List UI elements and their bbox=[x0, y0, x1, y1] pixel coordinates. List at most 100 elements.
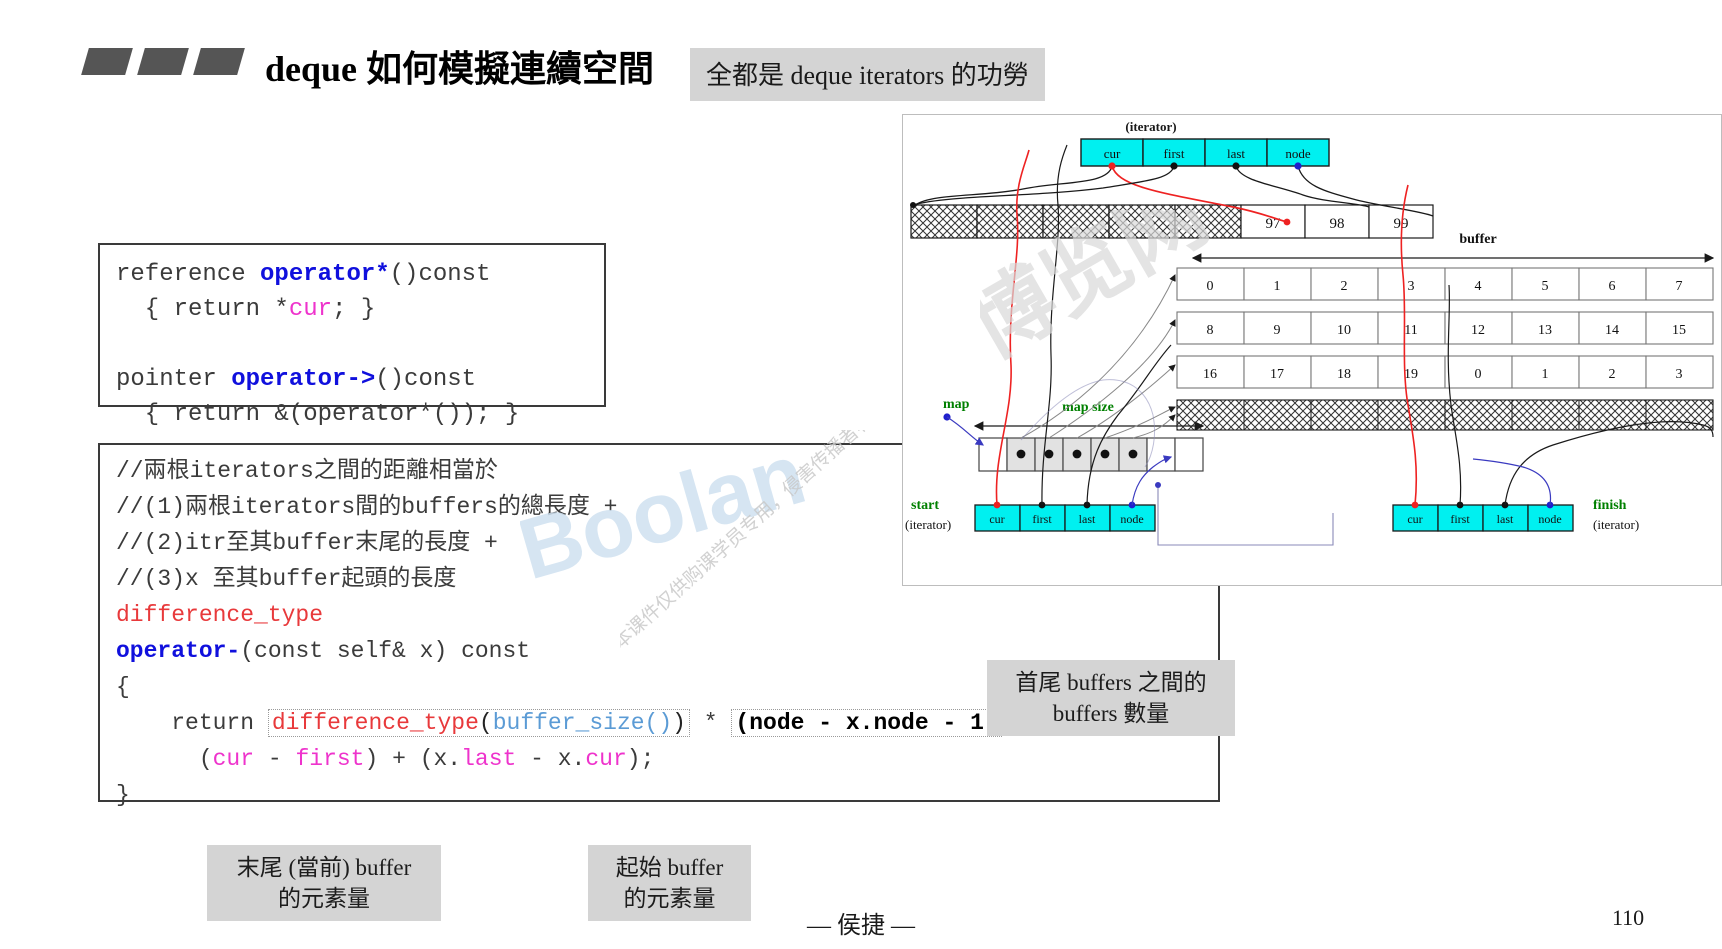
svg-text:5: 5 bbox=[1542, 279, 1549, 294]
code-line: pointer operator->()const bbox=[116, 366, 477, 393]
buffer-row-1: 0 1 2 3 4 5 6 7 bbox=[1176, 267, 1714, 301]
code-comment-line: //(3)x 至其buffer起頭的長度 bbox=[116, 566, 457, 592]
callout-mid-line2: buffers 數量 bbox=[1052, 701, 1170, 726]
dot-first bbox=[1170, 162, 1178, 170]
svg-text:1: 1 bbox=[1274, 279, 1281, 294]
code-token-operator-arrow: operator-> bbox=[231, 366, 376, 393]
svg-text:16: 16 bbox=[1203, 367, 1217, 382]
map-to-buffer-lines bbox=[946, 274, 1176, 446]
footer-author: — 侯捷 — bbox=[807, 913, 915, 939]
svg-text:2: 2 bbox=[1341, 279, 1348, 294]
parallelogram-bullet-icon bbox=[81, 48, 133, 75]
code-token-cur: cur bbox=[288, 296, 333, 323]
svg-text:0: 0 bbox=[1475, 367, 1482, 382]
svg-text:13: 13 bbox=[1538, 323, 1552, 338]
parallelogram-bullet-icon bbox=[193, 48, 245, 75]
buffer-label: buffer bbox=[1459, 232, 1496, 247]
top-iterator-struct: cur first last node bbox=[1080, 138, 1330, 167]
finish-sublabel: (iterator) bbox=[1593, 517, 1639, 532]
dot-node bbox=[1294, 162, 1302, 170]
expr-difference-type-call: difference_type(buffer_size()) bbox=[267, 709, 690, 737]
dot-last bbox=[1232, 162, 1240, 170]
code-token-lparen: ( bbox=[478, 710, 493, 736]
top-buffer-row: 97 98 99 bbox=[910, 204, 1434, 239]
page-number: 110 bbox=[1612, 905, 1645, 930]
finish-label: finish bbox=[1593, 498, 1627, 513]
deque-structure-diagram: (iterator) cur first last node 97 98 99 bbox=[902, 114, 1722, 586]
svg-text:0: 0 bbox=[1207, 279, 1214, 294]
field-first: first bbox=[1164, 146, 1185, 161]
cell-98: 98 bbox=[1330, 216, 1345, 232]
code-token-return: return bbox=[171, 710, 255, 736]
svg-text:3: 3 bbox=[1676, 367, 1683, 382]
svg-text:11: 11 bbox=[1404, 323, 1417, 338]
page-title: deque 如何模擬連續空間 bbox=[265, 49, 655, 89]
code-line: reference operator*()const bbox=[116, 261, 491, 288]
field-node: node bbox=[1285, 146, 1311, 161]
field-cur: cur bbox=[1104, 146, 1121, 161]
expr-node-difference: (node - x.node - 1) bbox=[731, 709, 1002, 737]
svg-text:4: 4 bbox=[1475, 279, 1482, 294]
callout-head-line1: 起始 buffer bbox=[615, 855, 724, 880]
code-comment-line: //(1)兩根iterators間的buffers的總長度 + bbox=[116, 494, 618, 520]
buffer-row-2: 8 9 10 11 12 13 14 15 bbox=[1176, 311, 1714, 345]
code-token-signature-rest: (const self& x) const bbox=[240, 638, 531, 664]
code-comment-line: //兩根iterators之間的距離相當於 bbox=[116, 458, 498, 484]
code-token-brace-open: { bbox=[116, 674, 130, 700]
subtitle-badge: 全都是 deque iterators 的功勞 bbox=[690, 48, 1045, 101]
code-token-first: first bbox=[295, 746, 365, 772]
svg-text:19: 19 bbox=[1404, 367, 1418, 382]
field-last: last bbox=[1227, 146, 1245, 161]
start-sublabel: (iterator) bbox=[905, 517, 951, 532]
code-line: { return &(operator*()); } bbox=[116, 401, 520, 428]
svg-text:18: 18 bbox=[1337, 367, 1351, 382]
svg-text:cur: cur bbox=[989, 512, 1004, 526]
callout-middle-buffers: 首尾 buffers 之間的 buffers 數量 bbox=[987, 660, 1235, 736]
code-token-node-expr-bold: (node - x.node - 1) bbox=[735, 710, 998, 736]
slide-header: deque 如何模擬連續空間 全都是 deque iterators 的功勞 bbox=[0, 0, 1722, 110]
code-token-rparen: ) bbox=[672, 710, 686, 736]
svg-text:cur: cur bbox=[1407, 512, 1422, 526]
svg-text:15: 15 bbox=[1672, 323, 1686, 338]
svg-text:7: 7 bbox=[1676, 279, 1683, 294]
code-token-operator-star: operator* bbox=[260, 261, 390, 288]
code-line-return: return difference_type(buffer_size()) * … bbox=[116, 709, 1029, 737]
code-token-difference-type: difference_type bbox=[116, 602, 324, 628]
svg-text:node: node bbox=[1120, 512, 1143, 526]
svg-text:10: 10 bbox=[1337, 323, 1351, 338]
svg-text:9: 9 bbox=[1274, 323, 1281, 338]
buffer-rows: 0 1 2 3 4 5 6 7 8 9 10 11 12 13 14 15 16… bbox=[1176, 267, 1714, 431]
code-block-1-text: reference operator*()const { return *cur… bbox=[100, 245, 604, 432]
map-size-label: map size bbox=[1062, 400, 1114, 415]
start-label: start bbox=[911, 498, 939, 513]
code-token-last: last bbox=[461, 746, 517, 772]
code-token-operator-minus: operator- bbox=[116, 638, 241, 664]
svg-text:14: 14 bbox=[1605, 323, 1619, 338]
svg-text:last: last bbox=[1079, 512, 1096, 526]
finish-iterator-struct: cur first last node bbox=[1392, 501, 1574, 532]
code-token-difference-type-2: difference_type bbox=[271, 710, 479, 736]
map-label: map bbox=[943, 397, 970, 412]
svg-text:6: 6 bbox=[1609, 279, 1616, 294]
svg-text:first: first bbox=[1450, 512, 1470, 526]
code-token-multiply: * bbox=[703, 710, 718, 736]
svg-text:first: first bbox=[1032, 512, 1052, 526]
start-iterator-struct: cur first last node bbox=[974, 501, 1156, 532]
svg-text:node: node bbox=[1538, 512, 1561, 526]
code-token-brace-close: } bbox=[116, 782, 130, 808]
callout-mid-line1: 首尾 buffers 之間的 bbox=[1015, 670, 1207, 695]
code-line: operator-(const self& x) const bbox=[116, 638, 530, 664]
callout-tail-line1: 末尾 (當前) buffer bbox=[236, 855, 412, 880]
svg-text:1: 1 bbox=[1542, 367, 1549, 382]
buffer-row-3: 16 17 18 19 0 1 2 3 bbox=[1176, 355, 1714, 389]
code-comment-line: //(2)itr至其buffer末尾的長度 + bbox=[116, 530, 498, 556]
bullet-decoration bbox=[81, 48, 265, 76]
top-iterator-label: (iterator) bbox=[1125, 119, 1176, 134]
svg-text:17: 17 bbox=[1270, 367, 1284, 382]
code-line-expr-c: (cur - first) + (x.last - x.cur); bbox=[116, 746, 655, 772]
svg-text:2: 2 bbox=[1609, 367, 1616, 382]
svg-text:last: last bbox=[1497, 512, 1514, 526]
svg-text:3: 3 bbox=[1408, 279, 1415, 294]
dot-cur bbox=[1108, 162, 1116, 170]
map-array bbox=[978, 437, 1204, 472]
